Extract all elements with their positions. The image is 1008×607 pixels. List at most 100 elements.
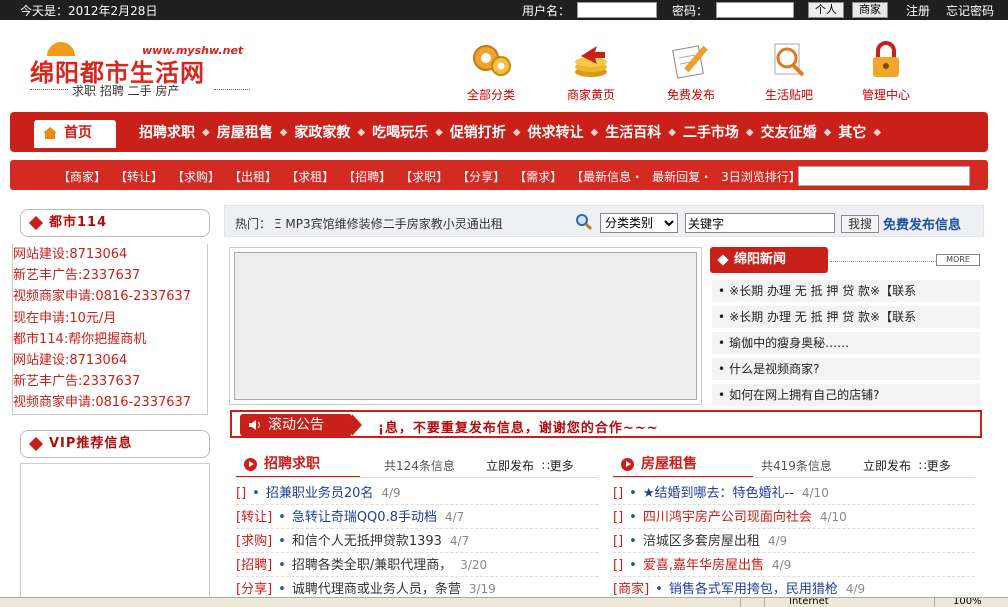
dushi114-line[interactable]: 新艺丰广告:2337637 <box>13 371 207 392</box>
subnav-link[interactable]: 【需求】 <box>514 168 562 185</box>
listing-row[interactable]: [] • 爱喜,嘉年华房屋出售 4/9 <box>613 554 975 577</box>
nav-item[interactable]: 供求转让 <box>521 122 591 142</box>
listing-title[interactable]: 涪城区多套房屋出租 <box>643 534 760 549</box>
subnav-link[interactable]: 【商家】 <box>58 168 106 185</box>
listing-title[interactable]: 销售各式军用挎包，民用猎枪 <box>669 582 838 597</box>
password-input[interactable] <box>716 2 794 18</box>
subnav-link[interactable]: 【最新信息・ <box>571 168 643 185</box>
news-item[interactable]: • 什么是视频商家? <box>712 358 980 380</box>
listing-title[interactable]: 爱喜,嘉年华房屋出售 <box>643 558 764 573</box>
listing-tag[interactable]: [商家] <box>613 582 649 597</box>
nav-item[interactable]: 家政家教 <box>287 122 357 142</box>
listing-tag[interactable]: [] <box>613 510 623 525</box>
hot-keyword[interactable]: 维修 <box>335 217 359 231</box>
keyword-input[interactable] <box>685 213 835 233</box>
hot-keyword[interactable]: 小灵通 <box>443 217 479 231</box>
subnav-link[interactable]: 【分享】 <box>457 168 505 185</box>
hot-keyword[interactable]: Ξ MP3 <box>274 217 311 231</box>
panel-publish-link[interactable]: 立即发布 <box>486 457 534 474</box>
listing-title[interactable]: 招聘各类全职/兼职代理商， <box>292 558 452 573</box>
nav-item[interactable]: 二手市场 <box>676 122 746 142</box>
hot-keyword[interactable]: 二手房 <box>383 217 419 231</box>
divider <box>236 477 598 478</box>
nav-item[interactable]: 促销打折 <box>443 122 513 142</box>
status-zoom[interactable]: 100% <box>934 598 1008 607</box>
listing-title[interactable]: 诚聘代理商或业务人员，条营 <box>292 582 461 597</box>
subnav-link[interactable]: 最新回复・ <box>652 168 712 185</box>
panel-more-link[interactable]: ∷更多 <box>542 457 574 474</box>
nav-home[interactable]: 首页 <box>34 120 116 148</box>
subnav-link[interactable]: 【出租】 <box>229 168 277 185</box>
hot-keyword[interactable]: 家教 <box>419 217 443 231</box>
subnav-search-input[interactable] <box>798 166 970 186</box>
dushi114-line[interactable]: 视频商家申请:0816-2337637 <box>13 286 207 307</box>
panel-more-link[interactable]: ∷更多 <box>919 457 951 474</box>
register-link[interactable]: 注册 <box>906 2 930 19</box>
username-input[interactable] <box>577 2 657 18</box>
dushi114-line[interactable]: 视频商家申请:0816-2337637 <box>13 392 207 413</box>
hot-keyword[interactable]: 出租 <box>479 217 503 231</box>
merchant-login-button[interactable]: 商家 <box>852 2 888 18</box>
listing-tag[interactable]: [分享] <box>236 582 272 597</box>
listing-title[interactable]: 和信个人无抵押贷款1393 <box>292 534 442 549</box>
listing-tag[interactable]: [] <box>236 486 246 501</box>
nav-item[interactable]: 其它 <box>831 122 873 142</box>
listing-row[interactable]: [转让] • 急转让奇瑞QQ0.8手动档 4/7 <box>236 506 598 529</box>
dushi114-line[interactable]: 现在申请:10元/月 <box>13 414 207 415</box>
listing-tag[interactable]: [求购] <box>236 534 272 549</box>
subnav-link[interactable]: 【转让】 <box>115 168 163 185</box>
dushi114-title-text: 都市114 <box>49 215 108 230</box>
listing-tag[interactable]: [招聘] <box>236 558 272 573</box>
dushi114-line[interactable]: 现在申请:10元/月 <box>13 308 207 329</box>
dushi114-line[interactable]: 都市114:帮你把握商机 <box>13 329 207 350</box>
news-item[interactable]: • ※长期 办理 无 抵 押 贷 款※【联系 <box>712 280 980 302</box>
search-button[interactable]: 我搜 <box>841 215 879 233</box>
hot-keyword[interactable]: 宾馆 <box>311 217 335 231</box>
listing-title[interactable]: ★结婚到哪去：特色婚礼-- <box>643 486 794 501</box>
listing-title[interactable]: 招兼职业务员20名 <box>266 486 374 501</box>
nav-item[interactable]: 生活百科 <box>598 122 668 142</box>
nav-item[interactable]: 招聘求职 <box>132 122 202 142</box>
news-item[interactable]: • ※长期 办理 无 抵 押 贷 款※【联系 <box>712 306 980 328</box>
bullet-icon: • <box>629 486 637 501</box>
category-select[interactable]: 分类类别 <box>600 213 678 233</box>
listing-tag[interactable]: [转让] <box>236 510 272 525</box>
nav-item[interactable]: 吃喝玩乐 <box>365 122 435 142</box>
nav-item[interactable]: 交友征婚 <box>754 122 824 142</box>
listing-title[interactable]: 急转让奇瑞QQ0.8手动档 <box>292 510 437 525</box>
listing-row[interactable]: [招聘] • 招聘各类全职/兼职代理商， 3/20 <box>236 554 598 577</box>
hot-keyword[interactable]: 装修 <box>359 217 383 231</box>
free-post-button[interactable]: 免费发布信息 <box>883 214 961 233</box>
listing-row[interactable]: [] • ★结婚到哪去：特色婚礼-- 4/10 <box>613 482 975 505</box>
dushi114-line[interactable]: 新艺丰广告:2337637 <box>13 265 207 286</box>
slideshow-image[interactable] <box>234 252 697 400</box>
subnav-link[interactable]: 【招聘】 <box>343 168 391 185</box>
magnifier-doc-icon <box>774 43 805 77</box>
listing-tag[interactable]: [] <box>613 486 623 501</box>
subnav-link[interactable]: 【求职】 <box>400 168 448 185</box>
subnav-link[interactable]: 3日浏览排行】 <box>721 168 801 185</box>
listing-row[interactable]: [] • 招兼职业务员20名 4/9 <box>236 482 598 505</box>
news-item[interactable]: • 瑜伽中的瘦身奥秘…… <box>712 332 980 354</box>
yellow-pages-link[interactable]: 商家黄页 <box>551 38 631 103</box>
listing-row[interactable]: [求购] • 和信个人无抵押贷款1393 4/7 <box>236 530 598 553</box>
free-post-link[interactable]: 免费发布 <box>651 38 731 103</box>
forgot-password-link[interactable]: 忘记密码 <box>946 2 994 19</box>
dushi114-line[interactable]: 网站建设:8713064 <box>13 350 207 371</box>
listing-row[interactable]: [] • 四川鸿宇房产公司现面向社会 4/10 <box>613 506 975 529</box>
listing-row[interactable]: [] • 涪城区多套房屋出租 4/9 <box>613 530 975 553</box>
news-more-button[interactable]: MORE <box>936 254 980 266</box>
panel-publish-link[interactable]: 立即发布 <box>863 457 911 474</box>
personal-login-button[interactable]: 个人 <box>808 2 844 18</box>
subnav-link[interactable]: 【求租】 <box>286 168 334 185</box>
life-forum-link[interactable]: 生活贴吧 <box>749 38 829 103</box>
listing-tag[interactable]: [] <box>613 558 623 573</box>
listing-tag[interactable]: [] <box>613 534 623 549</box>
all-categories-link[interactable]: 全部分类 <box>451 38 531 103</box>
listing-title[interactable]: 四川鸿宇房产公司现面向社会 <box>643 510 812 525</box>
news-item[interactable]: • 如何在网上拥有自己的店铺? <box>712 384 980 406</box>
dushi114-line[interactable]: 网站建设:8713064 <box>13 244 207 265</box>
nav-item[interactable]: 房屋租售 <box>210 122 280 142</box>
subnav-link[interactable]: 【求购】 <box>172 168 220 185</box>
admin-center-link[interactable]: 管理中心 <box>846 38 926 103</box>
